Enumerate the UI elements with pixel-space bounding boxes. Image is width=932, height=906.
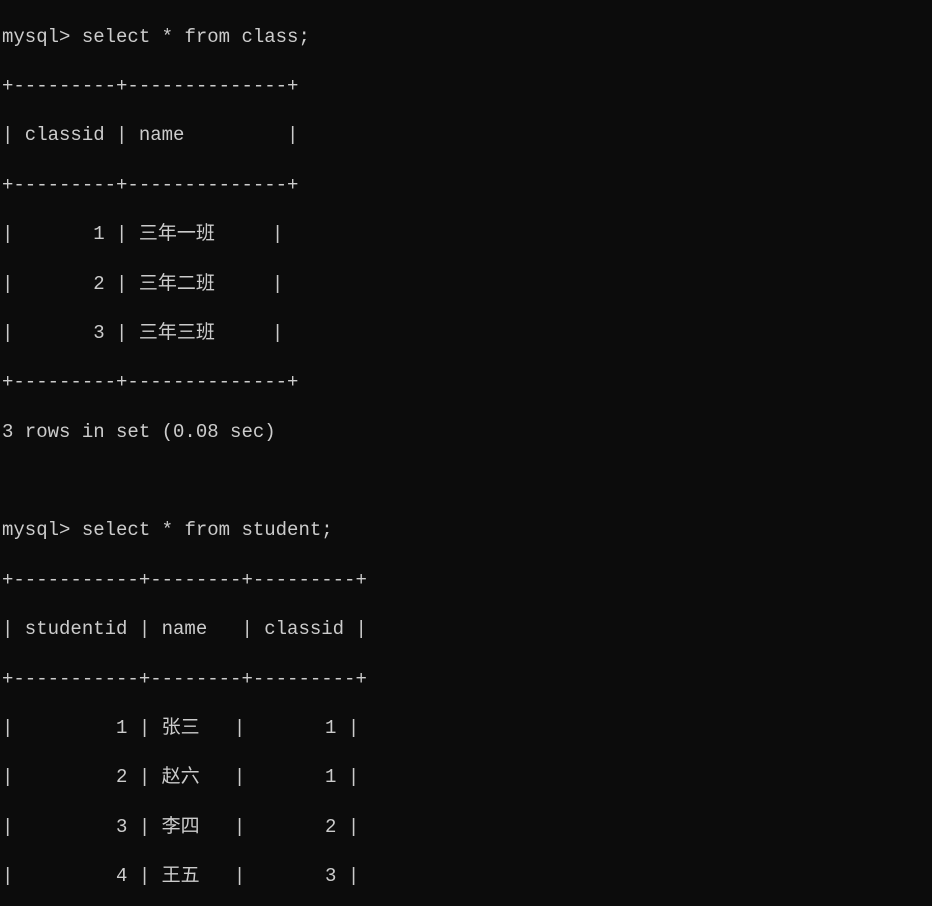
blank-line: [2, 469, 932, 494]
mysql-prompt: mysql>: [2, 519, 70, 541]
q1-header: | classid | name |: [2, 123, 932, 148]
q1-status: 3 rows in set (0.08 sec): [2, 420, 932, 445]
q1-sep-bot: +---------+--------------+: [2, 370, 932, 395]
q1-row: | 2 | 三年二班 |: [2, 272, 932, 297]
q1-row: | 1 | 三年一班 |: [2, 222, 932, 247]
q2-sep-top: +-----------+--------+---------+: [2, 568, 932, 593]
prompt-line-2[interactable]: mysql> select * from student;: [2, 518, 932, 543]
q2-header: | studentid | name | classid |: [2, 617, 932, 642]
q2-row: | 1 | 张三 | 1 |: [2, 716, 932, 741]
q2-row: | 4 | 王五 | 3 |: [2, 864, 932, 889]
mysql-prompt: mysql>: [2, 26, 70, 48]
prompt-line-1[interactable]: mysql> select * from class;: [2, 25, 932, 50]
query-1-command: select * from class;: [82, 26, 310, 48]
query-2-command: select * from student;: [82, 519, 333, 541]
q1-sep-top: +---------+--------------+: [2, 74, 932, 99]
terminal-output: mysql> select * from class; +---------+-…: [0, 0, 932, 906]
q2-row: | 2 | 赵六 | 1 |: [2, 765, 932, 790]
q2-sep-mid: +-----------+--------+---------+: [2, 667, 932, 692]
q2-row: | 3 | 李四 | 2 |: [2, 815, 932, 840]
q1-sep-mid: +---------+--------------+: [2, 173, 932, 198]
q1-row: | 3 | 三年三班 |: [2, 321, 932, 346]
